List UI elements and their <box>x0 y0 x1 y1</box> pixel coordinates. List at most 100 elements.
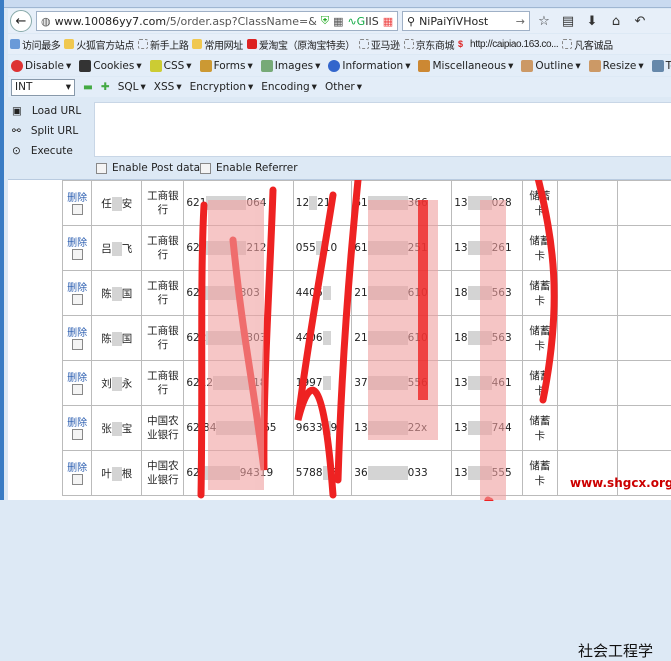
id-number-cell: 61251 <box>352 226 452 271</box>
row-checkbox[interactable] <box>72 339 83 350</box>
hackbar-panel: ▣Load URL ⚯Split URL ⊙Execute Enable Pos… <box>8 97 671 179</box>
type-select[interactable]: INT▾ <box>11 79 75 96</box>
visible-fragment: 303 <box>240 287 260 299</box>
bank-name: 中国农业银行 <box>144 414 181 442</box>
code-cell: 96339 <box>293 406 352 451</box>
menu-forms[interactable]: Forms▾ <box>200 60 253 72</box>
miscellaneous-icon <box>418 60 430 72</box>
menu-outline[interactable]: Outline▾ <box>521 60 580 72</box>
enable-referrer-checkbox[interactable]: Enable Referrer <box>200 162 298 174</box>
row-checkbox[interactable] <box>72 429 83 440</box>
blurred-text <box>468 421 492 435</box>
bookmark-item[interactable]: 爱淘宝（原淘宝特卖） <box>247 37 355 52</box>
name-first: 任 <box>101 198 112 210</box>
delete-link[interactable]: 删除 <box>65 324 89 339</box>
row-checkbox[interactable] <box>72 249 83 260</box>
menu-label: Resize <box>603 60 637 72</box>
visible-fragment: 21 <box>354 287 367 299</box>
back-button[interactable]: ← <box>10 10 32 32</box>
empty-cell <box>557 271 617 316</box>
visible-fragment: 36 <box>354 467 367 479</box>
menu-resize[interactable]: Resize▾ <box>589 60 644 72</box>
star-icon[interactable]: ☆ <box>534 14 554 29</box>
menu-encoding[interactable]: Encoding▾ <box>261 81 317 93</box>
visible-fragment: 21 <box>317 197 330 209</box>
row-checkbox[interactable] <box>72 294 83 305</box>
id-number-cell: 21610 <box>352 271 452 316</box>
bookmark-item[interactable]: 常用网址 <box>192 37 242 52</box>
phone-cell: 18563 <box>452 271 523 316</box>
blurred-text <box>309 196 317 210</box>
address-bar[interactable]: ◍ www.10086yy7.com/5/order.asp?ClassName… <box>36 11 398 31</box>
search-box[interactable]: ⚲ NiPaiYiVHost → <box>402 11 530 31</box>
menu-disable[interactable]: Disable▾ <box>11 60 71 72</box>
menu-sql[interactable]: SQL▾ <box>118 81 146 93</box>
name-first: 张 <box>101 423 112 435</box>
delete-link[interactable]: 删除 <box>65 189 89 204</box>
bookmark-label: 京东商城 <box>416 37 454 52</box>
row-checkbox[interactable] <box>72 384 83 395</box>
bookmark-item[interactable]: 访问最多 <box>10 37 60 52</box>
bookmark-item[interactable]: 火狐官方站点 <box>64 37 134 52</box>
empty-cell <box>557 316 617 361</box>
delete-link[interactable]: 删除 <box>65 234 89 249</box>
split-url-button[interactable]: ⚯Split URL <box>12 121 92 141</box>
bookmark-item[interactable]: 凡客诚品 <box>562 37 612 52</box>
visible-fragment: 212 <box>246 242 266 254</box>
empty-cell <box>557 181 617 226</box>
card-type-cell: 储蓄卡 <box>522 226 557 271</box>
go-arrow-icon[interactable]: → <box>516 15 525 28</box>
url-textarea[interactable] <box>94 102 671 157</box>
visible-fragment: 22x <box>408 422 428 434</box>
delete-link[interactable]: 删除 <box>65 279 89 294</box>
bookmark-item[interactable]: 亚马逊 <box>359 37 400 52</box>
menu-label: XSS <box>154 81 175 93</box>
delete-link[interactable]: 删除 <box>65 459 89 474</box>
delete-link[interactable]: 删除 <box>65 369 89 384</box>
url-path: /5/order.asp?ClassName=& <box>166 15 317 28</box>
load-url-button[interactable]: ▣Load URL <box>12 101 92 121</box>
name-first: 陈 <box>101 333 112 345</box>
enable-post-checkbox[interactable]: Enable Post data <box>96 162 200 174</box>
search-icon: ⚲ <box>407 15 415 28</box>
menu-cookies[interactable]: Cookies▾ <box>79 60 141 72</box>
row-checkbox[interactable] <box>72 204 83 215</box>
table-row: 删除 张宝 中国农业银行 62 84665 96339 1322x 13744 … <box>63 406 671 451</box>
menu-miscellaneous[interactable]: Miscellaneous▾ <box>418 60 513 72</box>
name-first: 陈 <box>101 288 112 300</box>
menu-information[interactable]: Information▾ <box>328 60 410 72</box>
menu-other[interactable]: Other▾ <box>325 81 362 93</box>
bookmark-label: 亚马逊 <box>371 37 400 52</box>
plus-icon[interactable]: ✚ <box>101 81 110 93</box>
blurred-text <box>200 466 240 480</box>
clipboard-icon[interactable]: ▤ <box>558 14 578 29</box>
undo-icon[interactable]: ↶ <box>630 14 650 29</box>
menu-xss[interactable]: XSS▾ <box>154 81 182 93</box>
menu-tools[interactable]: Tools▾ <box>652 60 671 72</box>
row-checkbox[interactable] <box>72 474 83 485</box>
bank-name: 工商银行 <box>144 369 181 397</box>
bookmark-item[interactable]: 新手上路 <box>138 37 188 52</box>
visible-fragment: 461 <box>492 377 512 389</box>
code-cell: 05510 <box>293 226 352 271</box>
delete-cell: 删除 <box>63 451 92 496</box>
dropdown-icon[interactable]: ▿ <box>397 15 398 28</box>
visible-fragment: 21 <box>354 332 367 344</box>
download-icon[interactable]: ⬇ <box>582 14 602 29</box>
bank-cell: 工商银行 <box>142 181 184 226</box>
visible-fragment: 6212 <box>186 377 213 389</box>
minus-icon[interactable]: ▬ <box>83 81 93 93</box>
menu-images[interactable]: Images▾ <box>261 60 321 72</box>
tab-strip <box>4 0 671 8</box>
home-icon[interactable]: ⌂ <box>606 14 626 29</box>
folder-icon <box>192 39 202 49</box>
bookmark-item[interactable]: 京东商城 <box>404 37 454 52</box>
menu-encryption[interactable]: Encryption▾ <box>190 81 254 93</box>
execute-button[interactable]: ⊙Execute <box>12 141 92 161</box>
menu-css[interactable]: CSS▾ <box>150 60 192 72</box>
bookmark-item[interactable]: $http://caipiao.163.co... <box>458 39 558 50</box>
blurred-text <box>323 421 331 435</box>
id-number-cell: 21610 <box>352 316 452 361</box>
phone-cell: 13461 <box>452 361 523 406</box>
delete-link[interactable]: 删除 <box>65 414 89 429</box>
